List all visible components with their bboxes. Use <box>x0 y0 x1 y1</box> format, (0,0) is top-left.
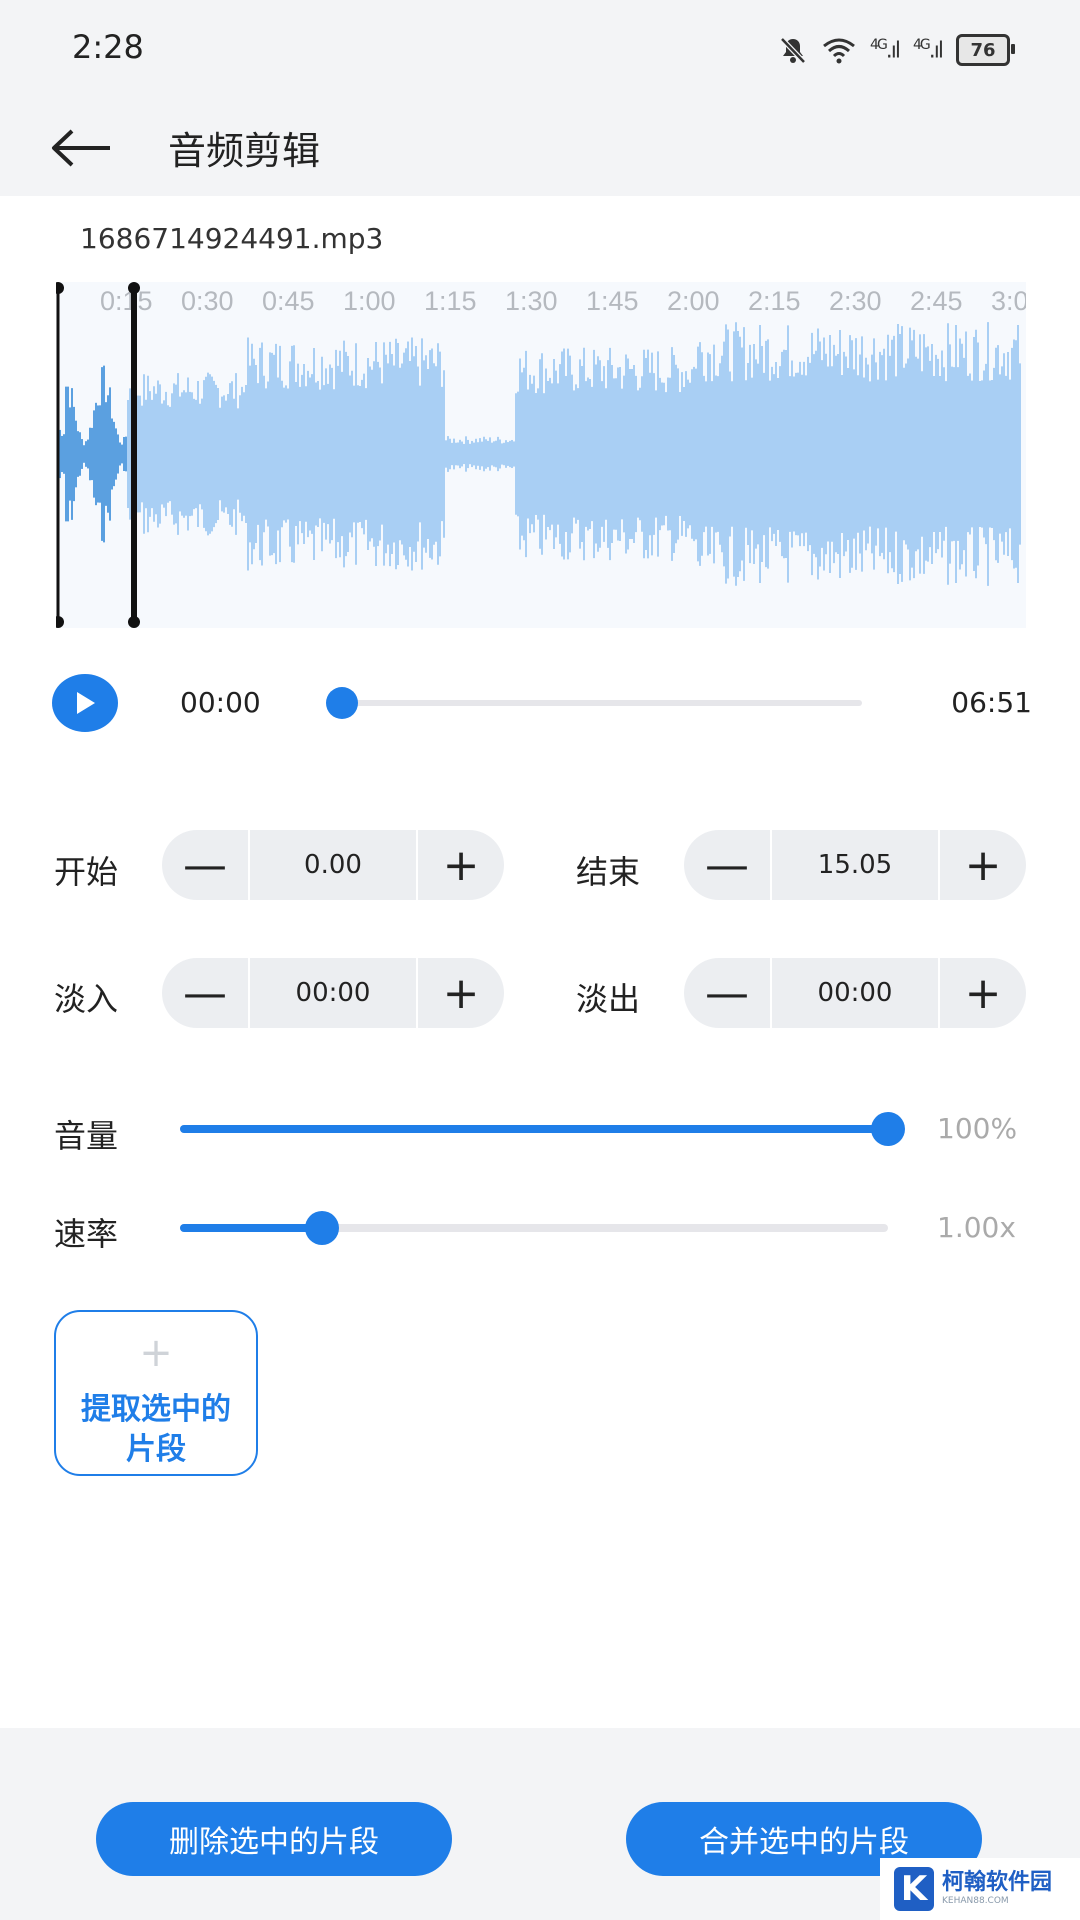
timeline-tick-label: 0:15 <box>100 286 153 316</box>
watermark-logo: K <box>894 1867 934 1911</box>
start-decrement-button[interactable]: — <box>162 830 248 900</box>
fade-in-decrement-button[interactable]: — <box>162 958 248 1028</box>
timeline-tick-label: 0:30 <box>181 286 234 316</box>
page-title: 音频剪辑 <box>168 129 321 173</box>
fade-out-increment-button[interactable]: + <box>940 958 1026 1028</box>
app-bar: 音频剪辑 <box>0 100 1080 196</box>
bell-muted-icon <box>780 37 806 64</box>
timeline-tick-label: 1:30 <box>505 286 558 316</box>
play-button[interactable] <box>52 674 118 732</box>
end-value[interactable]: 15.05 <box>770 830 940 900</box>
wifi-icon <box>823 38 855 64</box>
start-stepper: — 0.00 + <box>162 830 504 900</box>
extract-segment-button[interactable]: + 提取选中的片段 <box>54 1310 258 1476</box>
end-increment-button[interactable]: + <box>940 830 1026 900</box>
volume-slider[interactable] <box>180 1112 905 1146</box>
timeline-tick-label: 2:30 <box>829 286 882 316</box>
network-type-1: 4G <box>870 36 888 53</box>
volume-label: 音量 <box>54 1117 119 1155</box>
extract-segment-label: 提取选中的片段 <box>81 1392 231 1467</box>
speed-slider-thumb[interactable] <box>304 1211 339 1245</box>
play-icon <box>77 692 95 714</box>
timeline-tick-label: 2:00 <box>667 286 720 316</box>
signal-icon: 4G.ıl <box>870 36 901 64</box>
signal-icon: 4G.ıl <box>913 36 944 64</box>
volume-slider-thumb[interactable] <box>871 1112 905 1146</box>
battery-icon: 76 <box>956 34 1015 66</box>
waveform-canvas[interactable]: 0:15 0:30 0:45 1:00 1:15 1:30 1:45 2:00 2:15 2:30… <box>52 282 1029 628</box>
status-bar: 2:28 4G.ıl 4G.ıl 76 <box>0 0 1080 100</box>
timeline-tick-label: 1:00 <box>343 286 396 316</box>
timeline-tick-label: 2:45 <box>910 286 963 316</box>
watermark-subtext: KEHAN88.COM <box>942 1896 1009 1906</box>
playback-progress[interactable] <box>326 687 862 719</box>
speed-slider[interactable] <box>180 1211 888 1245</box>
network-type-2: 4G <box>913 36 931 53</box>
waveform-editor[interactable]: 0:15 0:30 0:45 1:00 1:15 1:30 1:45 2:00 2:15 2:30… <box>52 282 1029 628</box>
fade-out-value[interactable]: 00:00 <box>770 958 940 1028</box>
fade-in-stepper: — 00:00 + <box>162 958 504 1028</box>
timeline-tick-label: 1:45 <box>586 286 639 316</box>
fade-out-decrement-button[interactable]: — <box>684 958 770 1028</box>
status-time: 2:28 <box>72 28 144 66</box>
speed-slider-fill <box>180 1224 322 1232</box>
fade-out-label: 淡出 <box>576 980 641 1018</box>
fade-in-increment-button[interactable]: + <box>418 958 504 1028</box>
back-button[interactable] <box>46 118 116 178</box>
end-stepper: — 15.05 + <box>684 830 1026 900</box>
fade-in-label: 淡入 <box>54 980 119 1018</box>
fade-out-stepper: — 00:00 + <box>684 958 1026 1028</box>
file-name: 1686714924491.mp3 <box>80 222 384 255</box>
arrow-left-icon <box>52 129 110 167</box>
timeline-tick-label: 0:45 <box>262 286 315 316</box>
player-controls: 00:00 06:51 <box>52 670 1032 736</box>
fade-in-value[interactable]: 00:00 <box>248 958 418 1028</box>
timeline-tick-label: 1:15 <box>424 286 477 316</box>
add-icon: + <box>139 1330 173 1376</box>
start-value[interactable]: 0.00 <box>248 830 418 900</box>
end-decrement-button[interactable]: — <box>684 830 770 900</box>
speed-label: 速率 <box>54 1215 119 1253</box>
delete-segment-button[interactable]: 删除选中的片段 <box>96 1802 452 1876</box>
watermark: K 柯翰软件园 KEHAN88.COM <box>880 1858 1080 1920</box>
volume-value: 100% <box>937 1112 1018 1145</box>
current-time: 00:00 <box>180 686 261 719</box>
watermark-text: 柯翰软件园 <box>942 1870 1053 1895</box>
timeline-tick-label: 2:15 <box>748 286 801 316</box>
start-increment-button[interactable]: + <box>418 830 504 900</box>
battery-level: 76 <box>970 39 996 61</box>
start-label: 开始 <box>54 853 119 891</box>
end-label: 结束 <box>576 853 641 891</box>
timeline-tick-label: 3:0 <box>991 286 1026 316</box>
watermark-text-group: 柯翰软件园 KEHAN88.COM <box>942 1871 1052 1907</box>
volume-slider-fill <box>180 1125 888 1133</box>
status-icons: 4G.ıl 4G.ıl 76 <box>778 30 1015 70</box>
total-time: 06:51 <box>951 686 1032 719</box>
speed-value: 1.00x <box>937 1211 1016 1244</box>
playback-progress-thumb[interactable] <box>326 687 358 719</box>
